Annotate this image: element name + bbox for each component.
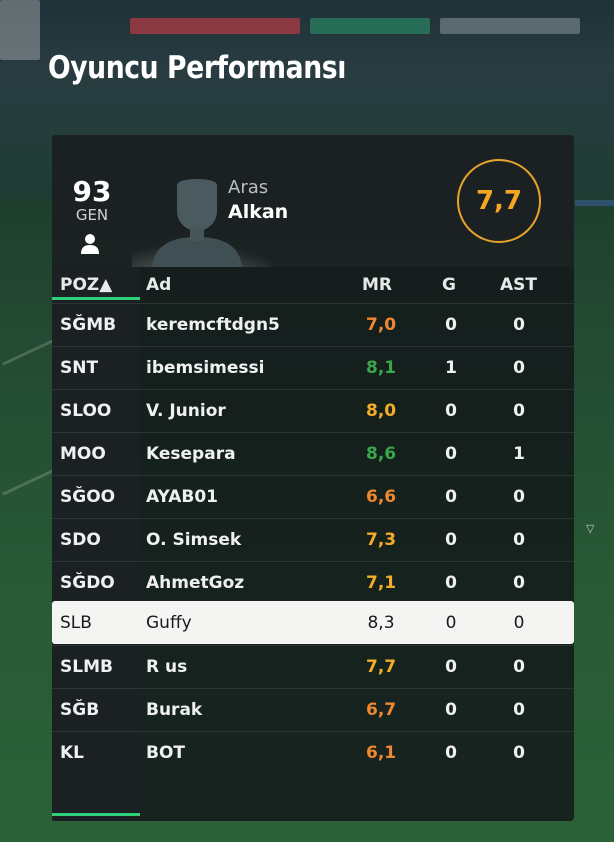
column-header-mr[interactable]: MR bbox=[362, 275, 392, 295]
row-player-name: keremcftdgn5 bbox=[146, 315, 280, 335]
row-assists: 0 bbox=[513, 743, 525, 763]
row-assists: 0 bbox=[513, 613, 525, 633]
row-player-name: V. Junior bbox=[146, 401, 226, 421]
row-position: SDO bbox=[60, 530, 101, 550]
background-banner bbox=[310, 18, 430, 34]
column-header-poz[interactable]: POZ▲ bbox=[60, 275, 112, 295]
row-player-name: BOT bbox=[146, 743, 186, 763]
table-row-selected[interactable]: SLB Guffy 8,3 0 0 bbox=[52, 601, 574, 644]
pitch-line bbox=[2, 337, 58, 366]
row-assists: 1 bbox=[513, 444, 525, 464]
scroll-down-icon[interactable]: ▽ bbox=[586, 522, 594, 535]
row-position: SNT bbox=[60, 358, 99, 378]
row-goals: 0 bbox=[445, 530, 457, 550]
match-rating-value: 7,7 bbox=[475, 186, 523, 216]
row-goals: 0 bbox=[445, 743, 457, 763]
table-row[interactable]: SDO O. Simsek 7,3 0 0 bbox=[52, 518, 574, 561]
row-position: SLOO bbox=[60, 401, 112, 421]
table-row[interactable]: SNT ibemsimessi 8,1 1 0 bbox=[52, 346, 574, 389]
background-board bbox=[575, 200, 614, 206]
table-row[interactable]: SLMB R us 7,7 0 0 bbox=[52, 645, 574, 688]
overall-rating: 93 GEN bbox=[70, 175, 114, 224]
row-player-name: AhmetGoz bbox=[146, 573, 245, 593]
table-row[interactable]: SĞB Burak 6,7 0 0 bbox=[52, 688, 574, 731]
row-position: SĞB bbox=[60, 700, 100, 720]
row-match-rating: 8,6 bbox=[366, 444, 397, 464]
column-header-ad[interactable]: Ad bbox=[146, 275, 171, 295]
row-match-rating: 7,1 bbox=[366, 573, 397, 593]
row-position: KL bbox=[60, 743, 85, 763]
scroll-indicator-line bbox=[52, 813, 140, 816]
row-position: SLB bbox=[60, 613, 92, 633]
column-header-ast[interactable]: AST bbox=[500, 275, 537, 295]
table-row[interactable]: MOO Kesepara 8,6 0 1 bbox=[52, 432, 574, 475]
row-goals: 0 bbox=[445, 444, 457, 464]
row-goals: 1 bbox=[445, 358, 457, 378]
row-goals: 0 bbox=[445, 573, 457, 593]
row-position: SĞDO bbox=[60, 573, 115, 593]
row-match-rating: 8,3 bbox=[367, 613, 395, 633]
row-position: SĞOO bbox=[60, 487, 116, 507]
pitch-line bbox=[2, 467, 58, 496]
row-assists: 0 bbox=[513, 487, 525, 507]
row-player-name: Guffy bbox=[146, 613, 192, 633]
row-player-name: O. Simsek bbox=[146, 530, 242, 550]
row-player-name: R us bbox=[146, 657, 188, 677]
row-match-rating: 7,3 bbox=[366, 530, 397, 550]
row-position: SĞMB bbox=[60, 315, 117, 335]
row-assists: 0 bbox=[513, 315, 525, 335]
player-header: 93 GEN Aras Alkan 7,7 bbox=[52, 135, 574, 267]
row-goals: 0 bbox=[445, 657, 457, 677]
table-row[interactable]: SLOO V. Junior 8,0 0 0 bbox=[52, 389, 574, 432]
row-match-rating: 7,7 bbox=[366, 657, 397, 677]
row-player-name: ibemsimessi bbox=[146, 358, 265, 378]
page-title: Oyuncu Performansı bbox=[48, 50, 346, 86]
row-match-rating: 6,7 bbox=[366, 700, 397, 720]
row-position: MOO bbox=[60, 444, 106, 464]
row-match-rating: 6,6 bbox=[366, 487, 397, 507]
row-match-rating: 8,1 bbox=[366, 358, 397, 378]
sort-indicator-line bbox=[52, 297, 140, 300]
table-row[interactable]: SĞDO AhmetGoz 7,1 0 0 bbox=[52, 561, 574, 604]
background-flag bbox=[0, 0, 40, 60]
table-row[interactable]: SĞOO AYAB01 6,6 0 0 bbox=[52, 475, 574, 518]
table-row[interactable]: SĞMB keremcftdgn5 7,0 0 0 bbox=[52, 303, 574, 346]
row-player-name: Burak bbox=[146, 700, 203, 720]
row-assists: 0 bbox=[513, 657, 525, 677]
overall-rating-value: 93 bbox=[72, 175, 112, 208]
performance-card: 93 GEN Aras Alkan 7,7 POZ▲ Ad MR G AST S… bbox=[52, 135, 574, 821]
player-last-name: Alkan bbox=[228, 201, 289, 223]
row-assists: 0 bbox=[513, 358, 525, 378]
row-goals: 0 bbox=[445, 401, 457, 421]
overall-rating-label: GEN bbox=[75, 206, 109, 224]
row-position: SLMB bbox=[60, 657, 113, 677]
row-goals: 0 bbox=[445, 613, 457, 633]
row-assists: 0 bbox=[513, 401, 525, 421]
match-rating-badge: 7,7 bbox=[457, 159, 541, 243]
row-assists: 0 bbox=[513, 530, 525, 550]
row-match-rating: 6,1 bbox=[366, 743, 397, 763]
table-row[interactable]: KL BOT 6,1 0 0 bbox=[52, 731, 574, 774]
row-assists: 0 bbox=[513, 573, 525, 593]
column-header-g[interactable]: G bbox=[442, 275, 456, 295]
row-goals: 0 bbox=[445, 700, 457, 720]
row-player-name: AYAB01 bbox=[146, 487, 218, 507]
row-assists: 0 bbox=[513, 700, 525, 720]
person-icon bbox=[81, 234, 99, 254]
row-goals: 0 bbox=[445, 315, 457, 335]
background-banner bbox=[440, 18, 580, 34]
row-player-name: Kesepara bbox=[146, 444, 236, 464]
player-first-name: Aras bbox=[228, 177, 269, 198]
row-match-rating: 8,0 bbox=[366, 401, 397, 421]
row-goals: 0 bbox=[445, 487, 457, 507]
row-match-rating: 7,0 bbox=[366, 315, 397, 335]
background-banner bbox=[130, 18, 300, 34]
